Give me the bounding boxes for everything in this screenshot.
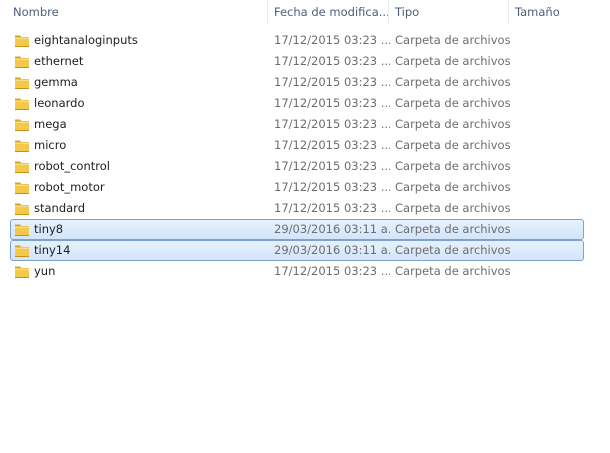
file-size — [515, 178, 583, 197]
file-date-modified: 17/12/2015 03:23 ... — [274, 75, 390, 89]
file-size — [515, 157, 583, 176]
file-row[interactable]: ethernet 17/12/2015 03:23 ... Carpeta de a… — [10, 51, 584, 72]
column-header-row: Nombre ^ Fecha de modifica... Tipo Tamañ… — [0, 0, 610, 24]
file-type: Carpeta de archivos — [395, 96, 511, 110]
folder-icon — [14, 117, 30, 132]
file-size — [515, 262, 583, 281]
file-row[interactable]: robot_motor 17/12/2015 03:23 ... Carpeta d… — [10, 177, 584, 198]
file-type: Carpeta de archivos — [395, 117, 511, 131]
column-header-date-label: Fecha de modifica... — [274, 5, 388, 19]
file-row[interactable]: tiny8 29/03/2016 03:11 a... Carpeta de arc… — [10, 219, 584, 240]
file-size — [515, 73, 583, 92]
file-date-modified: 29/03/2016 03:11 a... — [274, 222, 390, 236]
file-type: Carpeta de archivos — [395, 54, 511, 68]
file-date-modified: 17/12/2015 03:23 ... — [274, 117, 390, 131]
file-size — [515, 199, 583, 218]
file-name: robot_control — [34, 159, 110, 173]
file-name: leonardo — [34, 96, 85, 110]
file-row[interactable]: standard 17/12/2015 03:23 ... Carpeta de a… — [10, 198, 584, 219]
sort-ascending-icon: ^ — [133, 0, 141, 5]
file-name: tiny8 — [34, 222, 64, 236]
file-name: mega — [34, 117, 67, 131]
file-size — [515, 241, 583, 260]
folder-icon — [14, 180, 30, 195]
folder-icon — [14, 75, 30, 90]
file-row[interactable]: eightanaloginputs 17/12/2015 03:23 ... Car… — [10, 30, 584, 51]
file-date-modified: 17/12/2015 03:23 ... — [274, 96, 390, 110]
folder-icon — [14, 264, 30, 279]
folder-icon — [14, 54, 30, 69]
file-type: Carpeta de archivos — [395, 201, 511, 215]
file-name: gemma — [34, 75, 78, 89]
column-header-size-label: Tamaño — [515, 5, 560, 19]
file-size — [515, 220, 583, 239]
column-header-type-label: Tipo — [395, 5, 420, 19]
file-list-pane: Nombre ^ Fecha de modifica... Tipo Tamañ… — [0, 0, 610, 453]
file-size — [515, 31, 583, 50]
folder-icon — [14, 159, 30, 174]
file-name: ethernet — [34, 54, 84, 68]
file-size — [515, 94, 583, 113]
file-type: Carpeta de archivos — [395, 75, 511, 89]
column-header-date[interactable]: Fecha de modifica... — [267, 0, 388, 24]
file-size — [515, 52, 583, 71]
file-date-modified: 17/12/2015 03:23 ... — [274, 201, 390, 215]
file-name: yun — [34, 264, 56, 278]
file-type: Carpeta de archivos — [395, 222, 511, 236]
column-header-size[interactable]: Tamaño — [508, 0, 610, 24]
file-date-modified: 17/12/2015 03:23 ... — [274, 159, 390, 173]
folder-icon — [14, 243, 30, 258]
file-name: robot_motor — [34, 180, 105, 194]
file-type: Carpeta de archivos — [395, 180, 511, 194]
file-row[interactable]: tiny14 29/03/2016 03:11 a... Carpeta de ar… — [10, 240, 584, 261]
file-date-modified: 17/12/2015 03:23 ... — [274, 54, 390, 68]
file-name: eightanaloginputs — [34, 33, 138, 47]
folder-icon — [14, 222, 30, 237]
folder-icon — [14, 96, 30, 111]
file-row[interactable]: yun 17/12/2015 03:23 ... Carpeta de archiv… — [10, 261, 584, 282]
file-row[interactable]: micro 17/12/2015 03:23 ... Carpeta de arch… — [10, 135, 584, 156]
file-name: micro — [34, 138, 67, 152]
file-type: Carpeta de archivos — [395, 264, 511, 278]
file-row[interactable]: gemma 17/12/2015 03:23 ... Carpeta de arch… — [10, 72, 584, 93]
folder-icon — [14, 33, 30, 48]
file-type: Carpeta de archivos — [395, 159, 511, 173]
file-size — [515, 136, 583, 155]
folder-icon — [14, 201, 30, 216]
file-date-modified: 17/12/2015 03:23 ... — [274, 138, 390, 152]
file-date-modified: 17/12/2015 03:23 ... — [274, 180, 390, 194]
file-date-modified: 29/03/2016 03:11 a... — [274, 243, 390, 257]
file-type: Carpeta de archivos — [395, 33, 511, 47]
file-size — [515, 115, 583, 134]
file-row[interactable]: robot_control 17/12/2015 03:23 ... Carpeta… — [10, 156, 584, 177]
column-header-type[interactable]: Tipo — [388, 0, 508, 24]
file-date-modified: 17/12/2015 03:23 ... — [274, 264, 390, 278]
file-row[interactable]: leonardo 17/12/2015 03:23 ... Carpeta de a… — [10, 93, 584, 114]
file-type: Carpeta de archivos — [395, 243, 511, 257]
file-row[interactable]: mega 17/12/2015 03:23 ... Carpeta de archi… — [10, 114, 584, 135]
file-type: Carpeta de archivos — [395, 138, 511, 152]
column-header-name-label: Nombre — [13, 5, 59, 19]
file-date-modified: 17/12/2015 03:23 ... — [274, 33, 390, 47]
folder-icon — [14, 138, 30, 153]
file-name: standard — [34, 201, 86, 215]
file-name: tiny14 — [34, 243, 71, 257]
